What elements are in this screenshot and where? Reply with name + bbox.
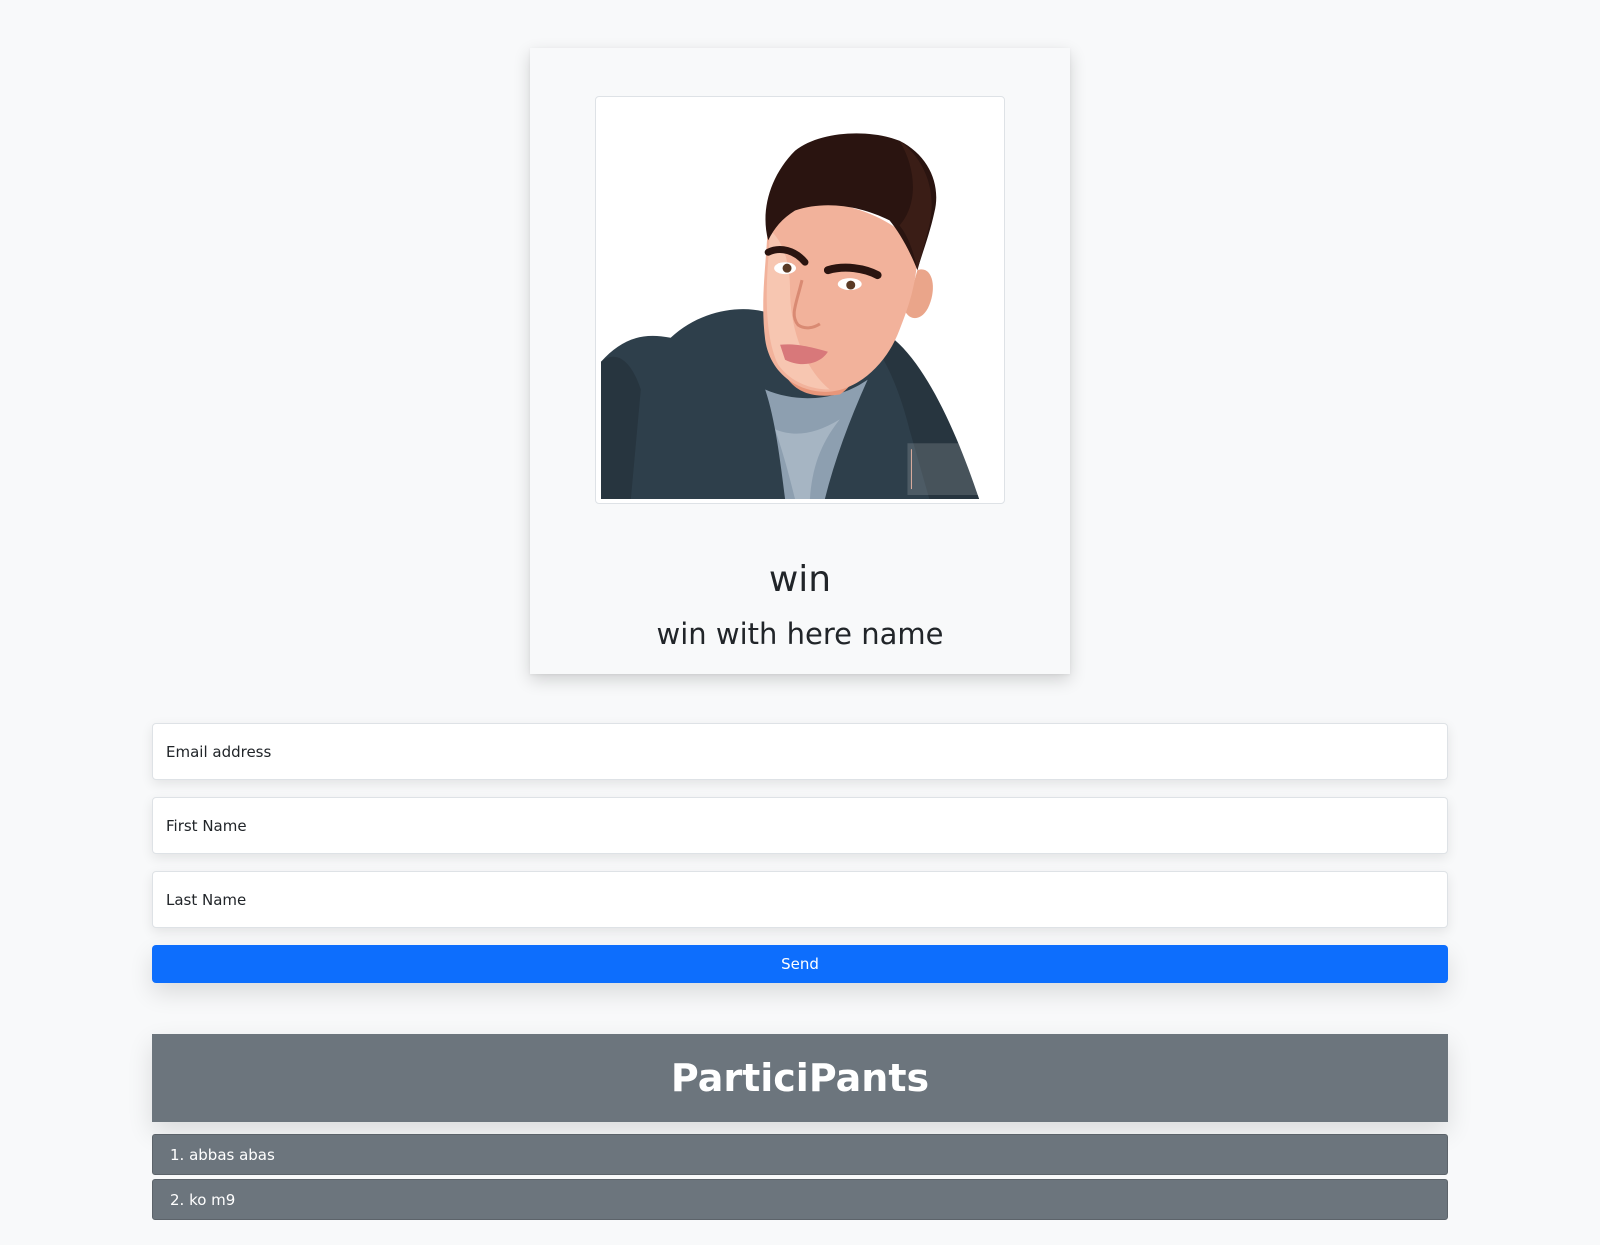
profile-photo: [595, 96, 1005, 504]
list-item: 1. abbas abas: [152, 1134, 1448, 1175]
participant-name: 1. abbas abas: [170, 1145, 275, 1164]
email-field[interactable]: [152, 723, 1448, 780]
profile-card: win win with here name: [530, 48, 1070, 674]
list-item: 2. ko m9: [152, 1179, 1448, 1220]
participants-header: ParticiPants: [152, 1034, 1448, 1122]
cartoon-portrait-image: [601, 101, 999, 499]
card-subtitle: win with here name: [656, 617, 944, 651]
participant-list: 1. abbas abas 2. ko m9: [152, 1134, 1448, 1224]
card-title: win: [768, 559, 832, 600]
last-name-field[interactable]: [152, 871, 1448, 928]
participant-name: 2. ko m9: [170, 1190, 236, 1209]
send-button[interactable]: Send: [152, 945, 1448, 983]
participants-title: ParticiPants: [670, 1056, 930, 1100]
first-name-field[interactable]: [152, 797, 1448, 854]
